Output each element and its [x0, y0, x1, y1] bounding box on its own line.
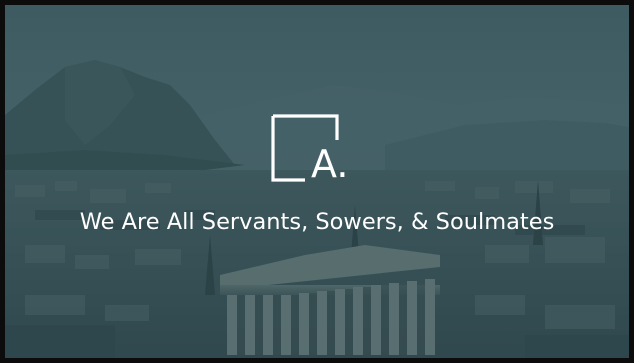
slide-frame: A. We Are All Servants, Sowers, & Soulma…: [0, 0, 634, 363]
logo-letter: A.: [311, 142, 349, 186]
slide-title: We Are All Servants, Sowers, & Soulmates: [79, 209, 555, 235]
